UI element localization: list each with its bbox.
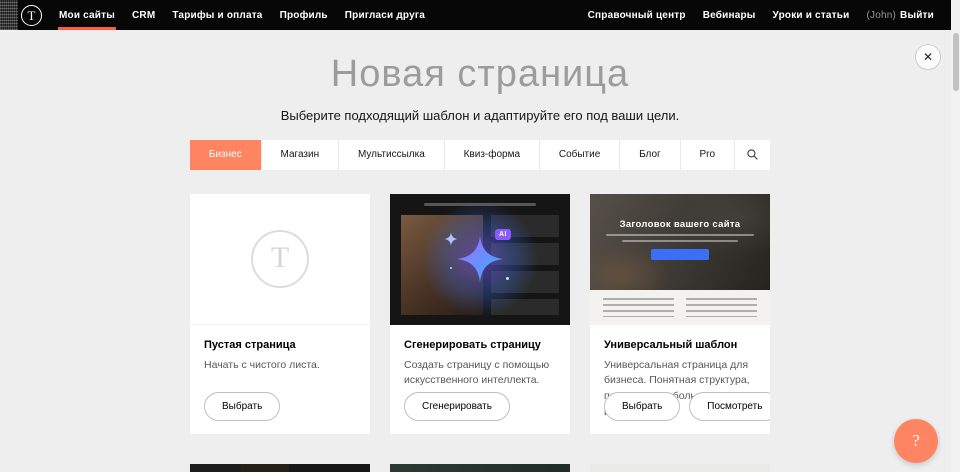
nav-my-sites[interactable]: Мои сайты (59, 0, 115, 30)
tab-quiz-form[interactable]: Квиз-форма (444, 140, 539, 170)
card-actions: Выбрать Посмотреть (604, 392, 770, 421)
preview-subtitle-placeholder (622, 240, 738, 242)
preview-text-section (590, 290, 770, 325)
preview-text-column (686, 298, 757, 317)
template-cards-grid-row2 (190, 464, 770, 472)
help-button[interactable]: ? (894, 419, 938, 463)
preview-subtitle-placeholder (606, 234, 754, 236)
ai-star-icon (456, 235, 504, 283)
scrollbar-thumb[interactable] (953, 33, 959, 91)
nav-webinars[interactable]: Вебинары (703, 0, 756, 30)
page-subtitle: Выберите подходящий шаблон и адаптируйте… (190, 108, 770, 123)
nav-crm[interactable]: CRM (132, 0, 155, 30)
logout-label: Выйти (900, 10, 934, 21)
card-actions: Выбрать (204, 392, 280, 421)
universal-template-preview[interactable]: Заголовок вашего сайта (590, 194, 770, 325)
preview-hero: Заголовок вашего сайта (590, 194, 770, 290)
template-card-partial[interactable] (390, 464, 570, 472)
nav-plans-payment[interactable]: Тарифы и оплата (172, 0, 262, 30)
nav-right-group: Справочный центр Вебинары Уроки и статьи… (571, 0, 934, 30)
template-card-generate: AI Сгенерировать страницу Создать страни… (390, 194, 570, 434)
card-body: Пустая страница Начать с чистого листа. (190, 325, 370, 374)
template-cards-grid: T Пустая страница Начать с чистого листа… (190, 194, 770, 434)
ai-sparkle-icon (444, 232, 458, 246)
nav-profile[interactable]: Профиль (280, 0, 328, 30)
tab-shop[interactable]: Магазин (261, 140, 338, 170)
new-page-modal: Новая страница Выберите подходящий шабло… (190, 53, 770, 472)
tilda-logo[interactable]: T (21, 5, 42, 26)
card-title: Универсальный шаблон (604, 339, 756, 351)
ai-badge: AI (495, 229, 511, 240)
nav-help-center[interactable]: Справочный центр (588, 0, 686, 30)
nav-left-group: Мои сайты CRM Тарифы и оплата Профиль Пр… (42, 0, 425, 30)
template-preview-partial (190, 464, 370, 472)
nav-logout[interactable]: (John) Выйти (866, 0, 934, 30)
template-preview-partial (590, 464, 770, 472)
tab-event[interactable]: Событие (539, 140, 619, 170)
nav-spacer (425, 0, 571, 30)
card-description: Создать страницу с помощью искусственног… (404, 358, 556, 390)
texture-logo-block (0, 0, 18, 30)
preview-universal-button[interactable]: Посмотреть (689, 392, 770, 421)
card-actions: Сгенерировать (404, 392, 510, 421)
template-card-blank: T Пустая страница Начать с чистого листа… (190, 194, 370, 434)
card-title: Пустая страница (204, 339, 356, 351)
template-card-partial[interactable] (190, 464, 370, 472)
choose-universal-button[interactable]: Выбрать (604, 392, 680, 421)
choose-blank-button[interactable]: Выбрать (204, 392, 280, 421)
tab-business[interactable]: Бизнес (190, 140, 261, 170)
tab-multilink[interactable]: Мультиссылка (338, 140, 444, 170)
tab-pro[interactable]: Pro (680, 140, 734, 170)
card-description: Начать с чистого листа. (204, 358, 356, 374)
preview-text-column (603, 298, 674, 317)
card-body: Сгенерировать страницу Создать страницу … (390, 325, 570, 390)
preview-hero-heading: Заголовок вашего сайта (620, 219, 741, 230)
tilda-watermark-icon: T (251, 230, 309, 288)
card-title: Сгенерировать страницу (404, 339, 556, 351)
nav-lessons-articles[interactable]: Уроки и статьи (773, 0, 850, 30)
top-nav: T Мои сайты CRM Тарифы и оплата Профиль … (0, 0, 960, 30)
tab-blog[interactable]: Блог (619, 140, 679, 170)
blank-page-preview[interactable]: T (190, 194, 370, 325)
template-card-partial[interactable] (590, 464, 770, 472)
tab-search[interactable] (734, 140, 770, 170)
template-card-universal: Заголовок вашего сайта Универсальный шаб… (590, 194, 770, 434)
template-category-tabs: Бизнес Магазин Мультиссылка Квиз-форма С… (190, 140, 770, 170)
search-icon (746, 148, 759, 161)
preview-cta-button (651, 249, 709, 260)
ai-generate-preview[interactable]: AI (390, 194, 570, 325)
nav-invite-friend[interactable]: Пригласи друга (345, 0, 425, 30)
template-preview-partial (390, 464, 570, 472)
generate-button[interactable]: Сгенерировать (404, 392, 510, 421)
page-title: Новая страница (190, 53, 770, 97)
user-name-label: (John) (866, 10, 896, 21)
close-icon: ✕ (923, 50, 933, 64)
close-button[interactable]: ✕ (915, 44, 941, 70)
scrollbar[interactable] (951, 0, 960, 472)
